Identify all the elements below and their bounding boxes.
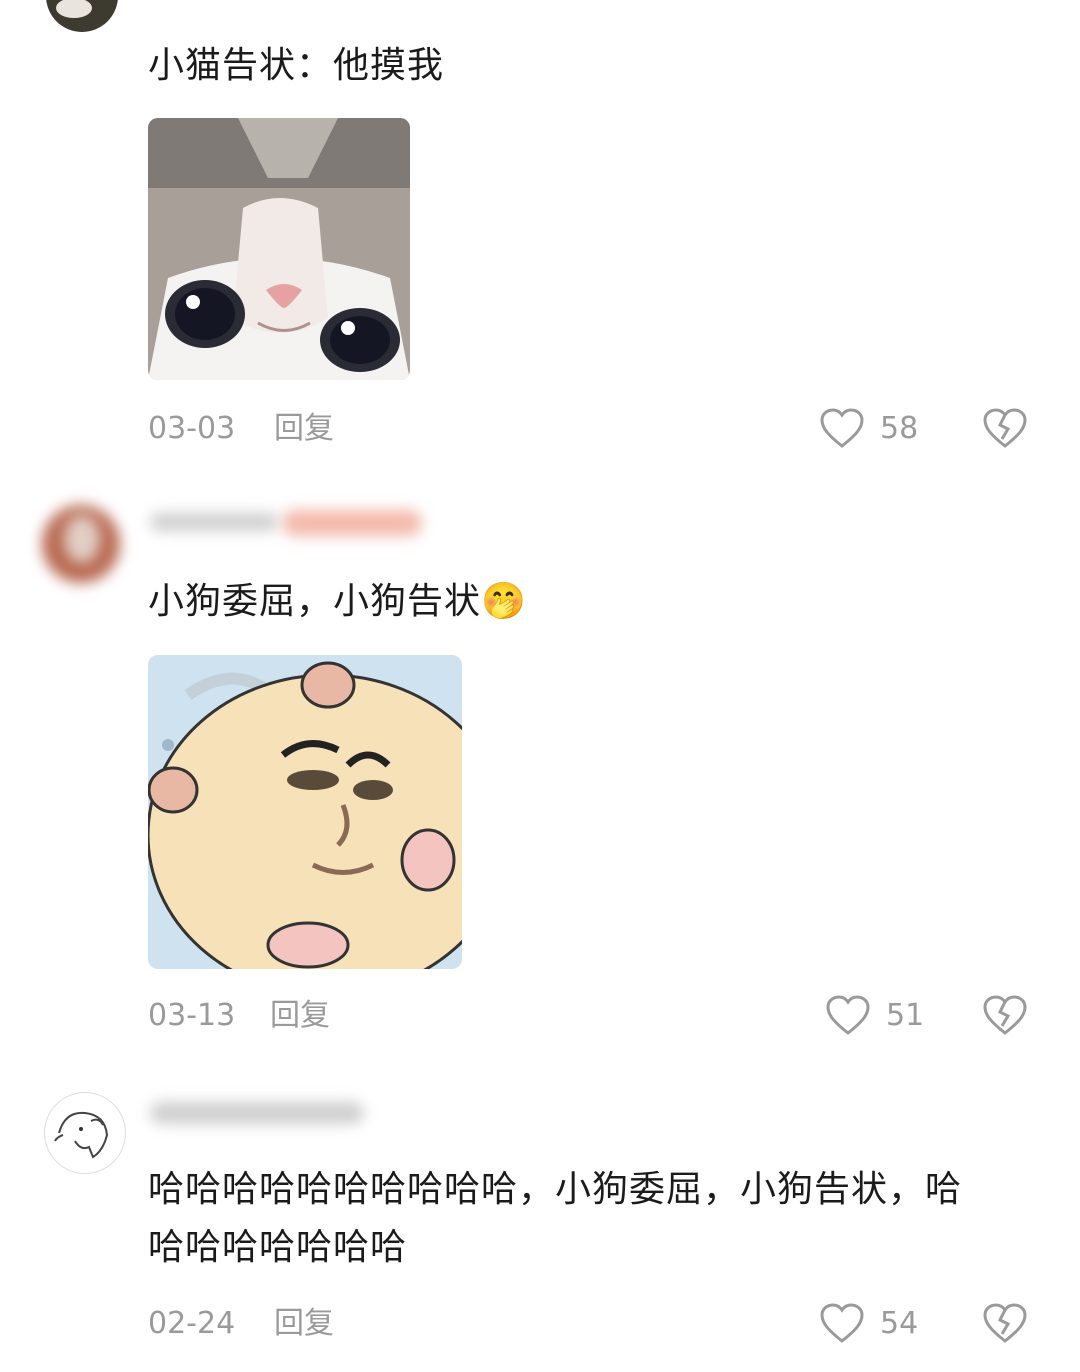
- smirk-emoji: 🤭: [481, 581, 527, 622]
- crying-cat-image: [148, 118, 410, 380]
- username-blurred[interactable]: [150, 513, 278, 531]
- reply-button[interactable]: 回复: [270, 998, 330, 1034]
- username-blurred[interactable]: [150, 1102, 364, 1124]
- hamster-meme-image: [148, 655, 462, 969]
- heart-outline-icon[interactable]: [818, 406, 866, 450]
- user-badge-blurred: [282, 510, 422, 536]
- comment-date: 02-24: [148, 1306, 236, 1341]
- like-count: 58: [880, 411, 919, 446]
- comment-text: 小猫告状：他摸我: [148, 45, 445, 86]
- heart-outline-icon[interactable]: [818, 1301, 866, 1345]
- broken-heart-icon[interactable]: [981, 993, 1029, 1037]
- dog-sketch-avatar[interactable]: [44, 1092, 126, 1174]
- comment-text-main: 小狗委屈，小狗告状: [148, 581, 482, 622]
- avatar[interactable]: [42, 505, 120, 583]
- like-count: 51: [886, 998, 925, 1033]
- like-count: 54: [880, 1306, 919, 1341]
- comment-image[interactable]: [148, 118, 410, 380]
- comment-image[interactable]: [148, 655, 462, 969]
- comment-text-line-2: 哈哈哈哈哈哈哈: [148, 1227, 408, 1268]
- heart-outline-icon[interactable]: [824, 993, 872, 1037]
- comment-text: 小狗委屈，小狗告状🤭: [148, 576, 527, 628]
- avatar-top[interactable]: [46, 0, 118, 32]
- reply-button[interactable]: 回复: [274, 411, 334, 447]
- comment-date: 03-13: [148, 998, 236, 1033]
- reply-button[interactable]: 回复: [274, 1306, 334, 1342]
- broken-heart-icon[interactable]: [981, 1301, 1029, 1345]
- comment-text-line-1: 哈哈哈哈哈哈哈哈哈哈，小狗委屈，小狗告状，哈: [148, 1169, 963, 1210]
- comment-date: 03-03: [148, 411, 236, 446]
- broken-heart-icon[interactable]: [981, 406, 1029, 450]
